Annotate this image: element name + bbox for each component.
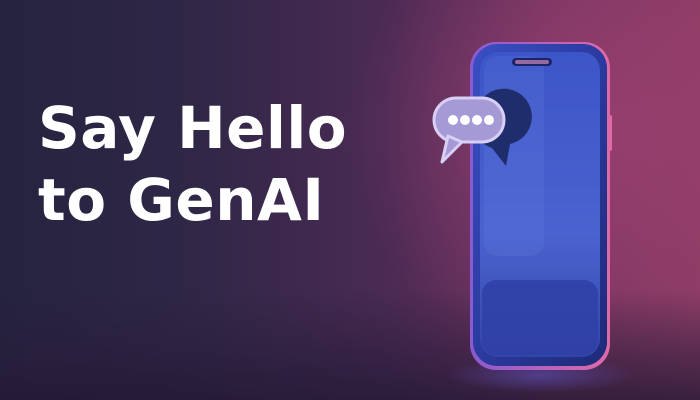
hero-banner: Say Hello to GenAI [0,0,700,400]
smartphone-icon [432,42,635,393]
headline-line-2: to GenAI [38,166,325,234]
headline-line-1: Say Hello [38,94,348,162]
headline: Say Hello to GenAI [38,92,347,236]
